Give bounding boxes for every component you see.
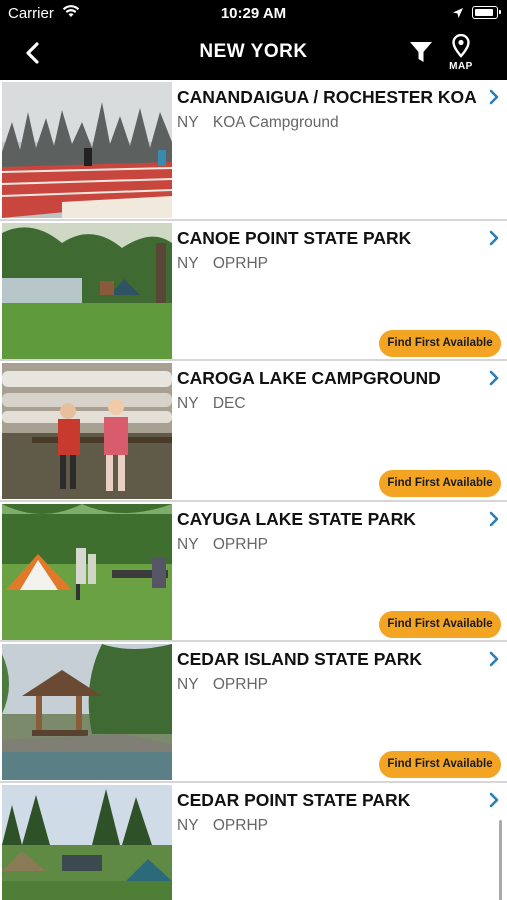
campground-photo (2, 82, 172, 218)
campground-meta: NY OPRHP (177, 676, 477, 694)
campground-state: NY (177, 535, 199, 553)
chevron-right-icon (486, 229, 502, 247)
campground-name: CEDAR POINT STATE PARK (177, 789, 411, 810)
campground-agency: OPRHP (212, 535, 268, 553)
campground-photo (2, 644, 172, 781)
campground-meta: NY OPRHP (177, 536, 477, 554)
list-item[interactable]: CAROGA LAKE CAMPGROUND NY DEC Find First… (0, 361, 507, 502)
chevron-right-icon (486, 510, 502, 528)
campground-photo (2, 222, 172, 359)
status-time: 10:29 AM (220, 5, 287, 22)
campground-state: NY (177, 114, 199, 131)
campground-info: CEDAR ISLAND STATE PARK NY OPRHP (177, 648, 477, 694)
campground-meta: NY OPRHP (177, 255, 477, 273)
campground-list[interactable]: CANANDAIGUA / ROCHESTER KOA NY KOA Campg… (0, 80, 507, 900)
battery-icon (472, 6, 501, 19)
campground-agency: DEC (212, 395, 246, 413)
filter-button[interactable] (407, 38, 435, 66)
funnel-icon (410, 42, 432, 62)
campground-agency: OPRHP (212, 676, 268, 694)
list-item[interactable]: CANANDAIGUA / ROCHESTER KOA NY KOA Campg… (0, 80, 507, 221)
campground-meta: NY KOA Campground (177, 114, 477, 132)
find-first-available-button[interactable]: Find First Available (379, 470, 501, 498)
chevron-right-icon (486, 791, 502, 809)
campground-photo (2, 503, 172, 640)
campground-photo (2, 363, 172, 500)
campground-info: CANOE POINT STATE PARK NY OPRHP (177, 227, 477, 273)
campground-info: CAROGA LAKE CAMPGROUND NY DEC (177, 367, 477, 413)
campground-photo (2, 784, 172, 900)
campground-meta: NY OPRHP (177, 817, 477, 835)
campground-info: CAYUGA LAKE STATE PARK NY OPRHP (177, 508, 477, 554)
app-header: Carrier 10:29 AM NEW YORK MAP (0, 0, 507, 80)
nav-bar: NEW YORK MAP (0, 28, 507, 80)
find-first-available-button[interactable]: Find First Available (379, 751, 501, 779)
chevron-right-icon (486, 88, 502, 106)
campground-name: CANOE POINT STATE PARK (177, 227, 412, 248)
map-label: MAP (449, 61, 473, 72)
location-arrow-icon (452, 6, 464, 23)
campground-name: CAROGA LAKE CAMPGROUND (177, 368, 441, 389)
list-item[interactable]: CANOE POINT STATE PARK NY OPRHP Find Fir… (0, 220, 507, 362)
status-bar: Carrier 10:29 AM (0, 0, 507, 28)
campground-meta: NY DEC (177, 395, 477, 413)
campground-state: NY (177, 254, 199, 272)
map-pin-icon (452, 33, 470, 58)
list-item[interactable]: CEDAR POINT STATE PARK NY OPRHP (0, 782, 507, 900)
campground-name: CAYUGA LAKE STATE PARK (177, 508, 416, 529)
find-first-available-button[interactable]: Find First Available (379, 610, 501, 638)
campground-info: CEDAR POINT STATE PARK NY OPRHP (177, 789, 477, 835)
find-first-available-button[interactable]: Find First Available (379, 329, 501, 357)
chevron-right-icon (486, 650, 502, 668)
campground-state: NY (177, 676, 199, 694)
campground-agency: KOA Campground (212, 114, 339, 131)
chevron-right-icon (486, 369, 502, 387)
campground-name: CEDAR ISLAND STATE PARK (177, 649, 422, 670)
map-button[interactable]: MAP (444, 33, 478, 74)
campground-state: NY (177, 395, 199, 413)
list-item[interactable]: CEDAR ISLAND STATE PARK NY OPRHP Find Fi… (0, 642, 507, 783)
list-item[interactable]: CAYUGA LAKE STATE PARK NY OPRHP Find Fir… (0, 501, 507, 643)
campground-name: CANANDAIGUA / ROCHESTER KOA (177, 87, 477, 107)
campground-agency: OPRHP (212, 816, 268, 834)
scrollbar[interactable] (499, 820, 502, 900)
campground-agency: OPRHP (212, 254, 268, 272)
campground-state: NY (177, 816, 199, 834)
campground-info: CANANDAIGUA / ROCHESTER KOA NY KOA Campg… (177, 86, 477, 132)
